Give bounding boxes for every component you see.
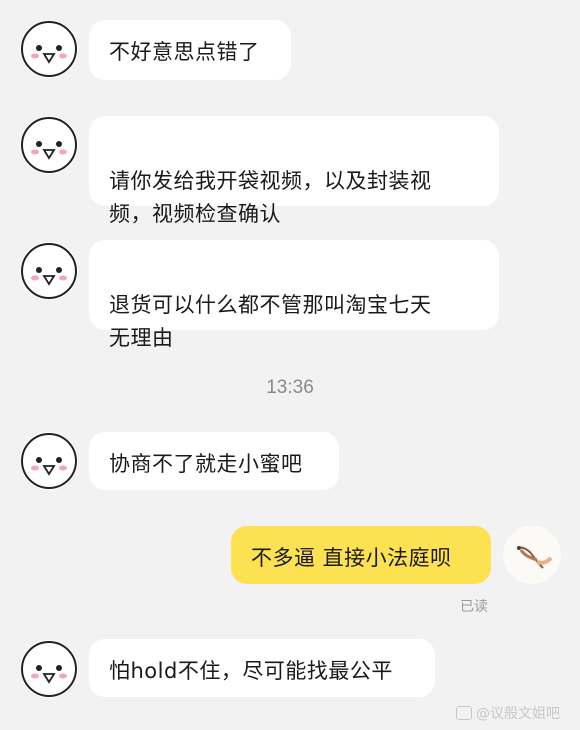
watermark: @议般文姐吧 <box>456 703 560 723</box>
contact-avatar[interactable] <box>20 116 78 174</box>
message-bubble[interactable]: 退货可以什么都不管那叫淘宝七天 无理由 <box>89 240 499 350</box>
message-text: 请你发给我开袋视频，以及封装视 频，视频检查确认 <box>109 169 432 226</box>
message-text: 协商不了就走小蜜吧 <box>109 452 303 476</box>
message-bubble[interactable]: 请你发给我开袋视频，以及封装视 频，视频检查确认 <box>89 116 499 226</box>
message-bubble[interactable]: 协商不了就走小蜜吧 <box>89 432 339 490</box>
message-bubble[interactable]: 怕hold不住，尽可能找最公平 <box>89 639 435 697</box>
cartoon-bird-avatar-icon <box>21 21 77 77</box>
contact-avatar[interactable] <box>20 20 78 78</box>
contact-avatar[interactable] <box>20 640 78 698</box>
message-bubble[interactable]: 不好意思点错了 <box>89 20 291 80</box>
own-message-bubble[interactable]: 不多逼 直接小法庭呗 <box>231 526 491 584</box>
message-text: 怕hold不住，尽可能找最公平 <box>109 659 393 683</box>
cartoon-bird-avatar-icon <box>21 117 77 173</box>
message-text: 不多逼 直接小法庭呗 <box>251 546 452 570</box>
cartoon-bird-avatar-icon <box>21 433 77 489</box>
contact-avatar[interactable] <box>20 242 78 300</box>
message-text: 退货可以什么都不管那叫淘宝七天 无理由 <box>109 293 432 350</box>
cartoon-bird-avatar-icon <box>21 641 77 697</box>
cartoon-bird-avatar-icon <box>21 243 77 299</box>
camera-icon <box>456 706 472 720</box>
read-status: 已读 <box>460 599 488 615</box>
self-avatar[interactable] <box>503 526 561 584</box>
bird-sketch-avatar-icon <box>503 526 561 584</box>
timestamp: 13:36 <box>266 377 314 398</box>
message-text: 不好意思点错了 <box>109 40 260 64</box>
watermark-text: @议般文姐吧 <box>476 706 560 722</box>
contact-avatar[interactable] <box>20 432 78 490</box>
